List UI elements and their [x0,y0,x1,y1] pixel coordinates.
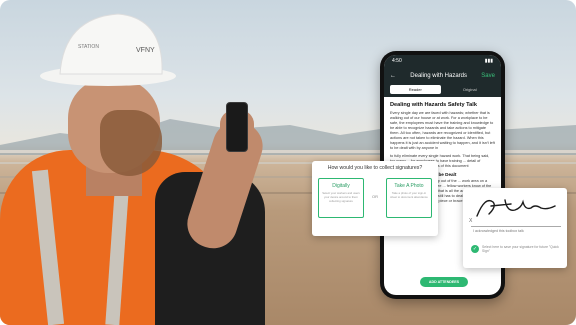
screen-title: Dealing with Hazards [410,73,467,79]
quick-sign-text: Select here to save your signature for f… [482,245,559,254]
tab-original[interactable]: Original [445,85,496,94]
collect-signatures-card: How would you like to collect signatures… [312,161,438,236]
hero-image: VFNY STATION 4:50 ▮▮▮ ← Dealing with Haz… [0,0,576,325]
view-tabs: Reader Original [384,85,501,97]
option-title: Digitally [332,183,350,189]
signature-caption: I acknowledged this toolbox talk [473,229,524,233]
back-arrow-icon[interactable]: ← [390,73,396,79]
helmet-brand: VFNY [136,47,155,54]
handwritten-signature[interactable] [471,192,563,222]
document-title: Dealing with Hazards Safety Talk [390,102,477,108]
held-smartphone [226,102,248,152]
collect-question: How would you like to collect signatures… [327,165,423,171]
check-icon: ✓ [471,245,479,253]
signature-card: X I acknowledged this toolbox talk ✓ Sel… [463,188,567,268]
save-button[interactable]: Save [481,73,495,79]
option-title: Take A Photo [394,183,424,189]
add-attendees-button[interactable]: ADD ATTENDEES [420,277,468,287]
signature-line [471,226,561,227]
option-description: Take a photo of your sign-in sheet to do… [390,191,428,199]
photo-signature-option[interactable]: Take A Photo Take a photo of your sign-i… [386,178,432,218]
status-bar: 4:50 ▮▮▮ [384,55,501,67]
or-divider: OR [372,194,378,199]
option-description: Select your workers and users your devic… [322,191,360,203]
helmet-side-text: STATION [78,44,99,50]
signature-x-mark: X [469,218,473,224]
tab-reader[interactable]: Reader [390,85,441,94]
hard-hat: VFNY STATION [40,13,176,86]
collect-options: Digitally Select your workers and users … [318,178,432,218]
digital-signature-option[interactable]: Digitally Select your workers and users … [318,178,364,218]
document-paragraph: Every single day we are faced with hazar… [390,111,495,150]
status-time: 4:50 [392,58,402,64]
quick-sign-option[interactable]: ✓ Select here to save your signature for… [471,245,562,254]
battery-icon: ▮▮▮ [484,58,493,64]
app-bar: ← Dealing with Hazards Save [384,67,501,85]
